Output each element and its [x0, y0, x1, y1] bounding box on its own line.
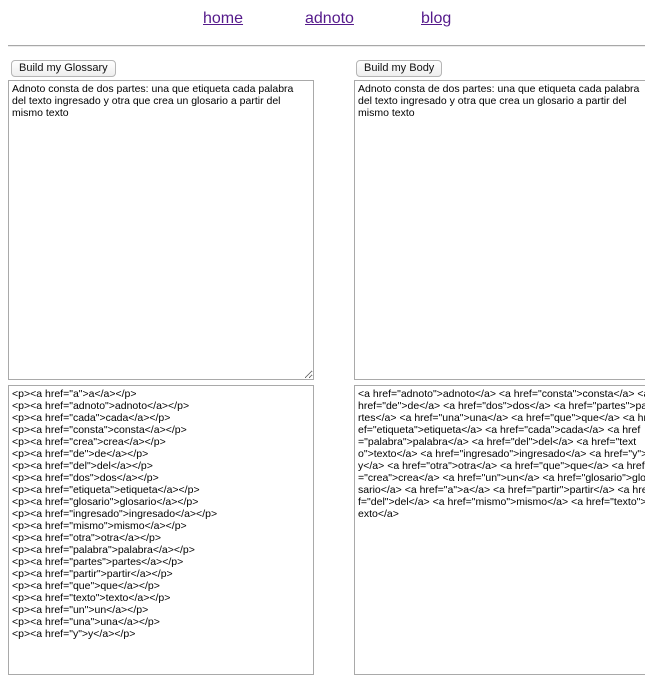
glossary-line: <p><a href="palabra">palabra</a></p>: [12, 544, 195, 556]
glossary-line: <p><a href="cada">cada</a></p>: [12, 412, 171, 424]
glossary-line: <p><a href="una">una</a></p>: [12, 616, 160, 628]
nav-link-blog[interactable]: blog: [421, 10, 451, 28]
nav-link-adnoto[interactable]: adnoto: [305, 10, 354, 28]
glossary-line: <p><a href="de">de</a></p>: [12, 448, 149, 460]
glossary-line: <p><a href="un">un</a></p>: [12, 604, 149, 616]
glossary-line: <p><a href="glosario">glosario</a></p>: [12, 496, 199, 508]
glossary-line: <p><a href="a">a</a></p>: [12, 388, 137, 400]
glossary-line: <p><a href="adnoto">adnoto</a></p>: [12, 400, 190, 412]
glossary-source-textarea[interactable]: Adnoto consta de dos partes: una que eti…: [8, 80, 314, 380]
glossary-line: <p><a href="otra">otra</a></p>: [12, 532, 162, 544]
nav-link-home[interactable]: home: [203, 10, 243, 28]
glossary-line: <p><a href="etiqueta">etiqueta</a></p>: [12, 484, 200, 496]
build-glossary-button[interactable]: Build my Glossary: [11, 60, 116, 77]
body-source-textarea[interactable]: Adnoto consta de dos partes: una que eti…: [354, 80, 645, 380]
glossary-line: <p><a href="ingresado">ingresado</a></p>: [12, 508, 218, 520]
glossary-line: <p><a href="y">y</a></p>: [12, 628, 136, 640]
build-body-button[interactable]: Build my Body: [356, 60, 443, 77]
body-output-area[interactable]: <a href="adnoto">adnoto</a> <a href="con…: [354, 385, 645, 675]
glossary-line: <p><a href="del">del</a></p>: [12, 460, 153, 472]
glossary-line: <p><a href="partes">partes</a></p>: [12, 556, 184, 568]
divider: [8, 45, 645, 47]
glossary-line: <p><a href="texto">texto</a></p>: [12, 592, 171, 604]
top-nav: home adnoto blog: [0, 10, 645, 34]
glossary-line: <p><a href="dos">dos</a></p>: [12, 472, 159, 484]
glossary-line: <p><a href="crea">crea</a></p>: [12, 436, 166, 448]
glossary-line: <p><a href="mismo">mismo</a></p>: [12, 520, 187, 532]
glossary-line: <p><a href="partir">partir</a></p>: [12, 568, 173, 580]
glossary-line: <p><a href="consta">consta</a></p>: [12, 424, 187, 436]
glossary-line: <p><a href="que">que</a></p>: [12, 580, 160, 592]
glossary-output-area[interactable]: <p><a href="a">a</a></p> <p><a href="adno…: [8, 385, 314, 675]
